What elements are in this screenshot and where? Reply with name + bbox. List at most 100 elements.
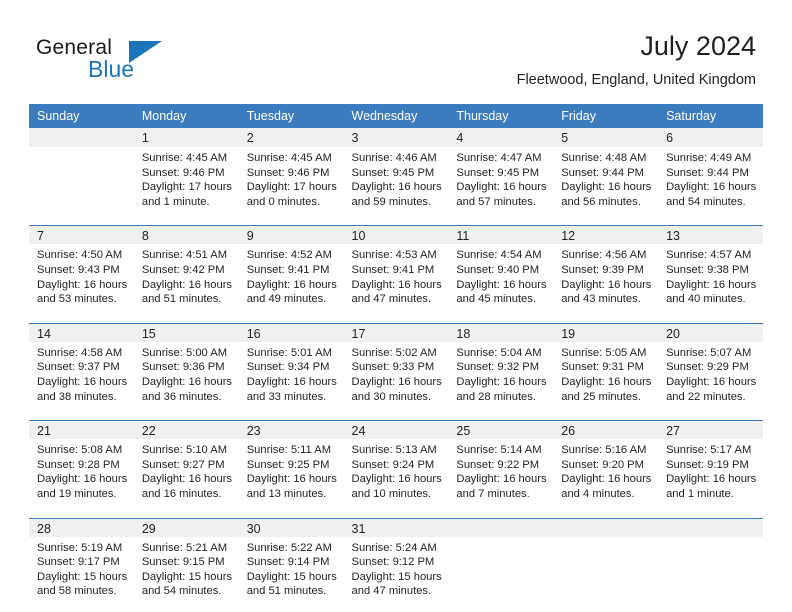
day-detail-line: and 7 minutes. xyxy=(456,487,530,500)
day-details: Sunrise: 5:21 AM Sunset: 9:15 PM Daylight:… xyxy=(133,536,239,607)
day-detail-line: Daylight: 16 hours xyxy=(456,473,547,486)
calendar-day-cell[interactable]: 16 Sunrise: 5:01 AM Sunset: 9:34 PM Dayligh… xyxy=(238,322,344,413)
calendar-day-cell[interactable]: 6 Sunrise: 4:49 AM Sunset: 9:44 PM Daylight… xyxy=(658,128,763,218)
day-detail-line: Sunrise: 5:10 AM xyxy=(141,444,228,457)
calendar-day-cell[interactable]: 3 Sunrise: 4:46 AM Sunset: 9:45 PM Daylight… xyxy=(343,128,449,218)
day-detail-line: Sunset: 9:43 PM xyxy=(37,263,120,276)
day-details: Sunrise: 5:08 AM Sunset: 9:28 PM Daylight:… xyxy=(29,439,134,510)
day-detail-line: Daylight: 16 hours xyxy=(141,473,233,486)
calendar-day-cell[interactable]: 26 Sunrise: 5:16 AM Sunset: 9:20 PM Dayligh… xyxy=(553,420,659,510)
day-details: Sunrise: 5:14 AM Sunset: 9:22 PM Daylight:… xyxy=(448,439,554,510)
day-detail-line: Sunrise: 4:52 AM xyxy=(246,249,332,262)
calendar-day-cell[interactable]: 1 Sunrise: 4:45 AM Sunset: 9:46 PM Daylight… xyxy=(133,128,239,218)
day-detail-line: Sunset: 9:46 PM xyxy=(246,166,330,179)
calendar-day-cell[interactable]: 7 Sunrise: 4:50 AM Sunset: 9:43 PM Daylight… xyxy=(29,225,134,315)
day-detail-line: Sunset: 9:42 PM xyxy=(141,263,225,276)
calendar-day-cell[interactable]: 10 Sunrise: 4:53 AM Sunset: 9:41 PM Dayligh… xyxy=(343,225,449,315)
day-number: 8 xyxy=(133,225,239,245)
day-number: 19 xyxy=(553,322,659,342)
location-subtitle: Fleetwood, England, United Kingdom xyxy=(516,72,756,88)
brand-logo: General Blue xyxy=(36,36,216,88)
day-detail-line: Daylight: 17 hours xyxy=(141,181,233,194)
day-details: Sunrise: 5:07 AM Sunset: 9:29 PM Daylight:… xyxy=(658,341,763,413)
day-details: Sunrise: 5:22 AM Sunset: 9:14 PM Daylight:… xyxy=(238,536,344,607)
day-number: 13 xyxy=(658,225,763,245)
calendar-day-cell[interactable]: 27 Sunrise: 5:17 AM Sunset: 9:19 PM Dayligh… xyxy=(658,420,763,510)
calendar-day-cell[interactable]: 11 Sunrise: 4:54 AM Sunset: 9:40 PM Dayligh… xyxy=(448,225,554,315)
day-number: 20 xyxy=(658,322,763,342)
calendar-day-cell[interactable]: 24 Sunrise: 5:13 AM Sunset: 9:24 PM Dayligh… xyxy=(343,420,449,510)
day-detail-line: Sunrise: 5:07 AM xyxy=(666,346,752,359)
calendar-day-cell[interactable]: 22 Sunrise: 5:10 AM Sunset: 9:27 PM Dayligh… xyxy=(133,420,239,510)
day-detail-line: Daylight: 15 hours xyxy=(37,570,128,583)
weekday-header-monday: Monday xyxy=(133,104,239,128)
calendar-day-cell[interactable]: 4 Sunrise: 4:47 AM Sunset: 9:45 PM Daylight… xyxy=(448,128,554,218)
day-detail-line: Sunset: 9:22 PM xyxy=(456,458,540,471)
day-detail-line: Daylight: 16 hours xyxy=(561,375,652,388)
day-details: Sunrise: 4:45 AM Sunset: 9:46 PM Daylight:… xyxy=(238,147,344,218)
day-number: 7 xyxy=(29,225,134,245)
day-detail-line: and 10 minutes. xyxy=(351,487,432,500)
day-detail-line: Sunrise: 4:47 AM xyxy=(456,152,542,164)
weekday-header-friday: Friday xyxy=(553,104,659,128)
calendar-day-cell[interactable]: 2 Sunrise: 4:45 AM Sunset: 9:46 PM Daylight… xyxy=(238,128,344,218)
page-title: July 2024 xyxy=(640,31,756,61)
calendar-week-row: 7 Sunrise: 4:50 AM Sunset: 9:43 PM Daylight… xyxy=(29,225,763,315)
day-detail-line: Sunset: 9:45 PM xyxy=(351,166,435,179)
calendar-day-cell[interactable]: 8 Sunrise: 4:51 AM Sunset: 9:42 PM Daylight… xyxy=(133,225,239,315)
day-detail-line: Daylight: 16 hours xyxy=(561,473,652,486)
day-detail-line: and 43 minutes. xyxy=(561,293,641,306)
day-detail-line: and 0 minutes. xyxy=(246,195,321,208)
day-detail-line: and 51 minutes. xyxy=(246,585,327,598)
day-detail-line: and 4 minutes. xyxy=(561,487,635,500)
day-detail-line: Sunrise: 5:00 AM xyxy=(141,346,228,359)
calendar-day-cell[interactable]: 25 Sunrise: 5:14 AM Sunset: 9:22 PM Dayligh… xyxy=(448,420,554,510)
day-detail-line: Sunset: 9:28 PM xyxy=(37,458,120,471)
day-detail-line: Sunset: 9:44 PM xyxy=(666,166,749,179)
day-detail-line: Sunset: 9:24 PM xyxy=(351,458,435,471)
calendar-day-cell[interactable]: 29 Sunrise: 5:21 AM Sunset: 9:15 PM Dayligh… xyxy=(133,517,239,607)
calendar-head: Sunday Monday Tuesday Wednesday Thursday Frid… xyxy=(29,104,763,128)
day-detail-line: Sunrise: 4:46 AM xyxy=(351,152,437,164)
day-detail-line: Sunrise: 4:58 AM xyxy=(37,346,123,359)
day-details: Sunrise: 5:02 AM Sunset: 9:33 PM Daylight:… xyxy=(343,341,449,413)
day-number: 16 xyxy=(238,322,344,342)
day-detail-line: Sunset: 9:20 PM xyxy=(561,458,644,471)
calendar-day-cell[interactable]: 18 Sunrise: 5:04 AM Sunset: 9:32 PM Dayligh… xyxy=(448,322,554,413)
day-detail-line: and 54 minutes. xyxy=(141,585,222,598)
weekday-header-saturday: Saturday xyxy=(658,104,763,128)
calendar-day-cell[interactable]: 28 Sunrise: 5:19 AM Sunset: 9:17 PM Dayligh… xyxy=(29,517,134,607)
day-detail-line: Sunset: 9:34 PM xyxy=(246,361,330,374)
week-spacer xyxy=(29,509,763,518)
day-detail-line: Sunrise: 5:01 AM xyxy=(246,346,332,359)
calendar-day-cell[interactable]: 13 Sunrise: 4:57 AM Sunset: 9:38 PM Dayligh… xyxy=(658,225,763,315)
calendar-day-cell[interactable]: 14 Sunrise: 4:58 AM Sunset: 9:37 PM Dayligh… xyxy=(29,322,134,413)
day-number: 22 xyxy=(133,420,239,440)
calendar-day-cell[interactable]: 17 Sunrise: 5:02 AM Sunset: 9:33 PM Dayligh… xyxy=(343,322,449,413)
day-details: Sunrise: 4:48 AM Sunset: 9:44 PM Daylight:… xyxy=(553,147,659,218)
calendar-cell-empty xyxy=(658,517,763,607)
day-detail-line: Sunrise: 5:05 AM xyxy=(561,346,647,359)
day-detail-line: and 22 minutes. xyxy=(666,390,746,403)
day-number: 21 xyxy=(29,420,134,440)
week-spacer-cell xyxy=(29,412,763,421)
day-detail-line: and 40 minutes. xyxy=(666,293,746,306)
day-detail-line: Daylight: 16 hours xyxy=(666,375,757,388)
calendar-container: Sunday Monday Tuesday Wednesday Thursday Frid… xyxy=(29,104,763,607)
calendar-day-cell[interactable]: 5 Sunrise: 4:48 AM Sunset: 9:44 PM Daylight… xyxy=(553,128,659,218)
calendar-day-cell[interactable]: 31 Sunrise: 5:24 AM Sunset: 9:12 PM Dayligh… xyxy=(343,517,449,607)
day-details: Sunrise: 4:57 AM Sunset: 9:38 PM Daylight:… xyxy=(658,244,763,315)
day-detail-line: Sunrise: 4:49 AM xyxy=(666,152,752,164)
calendar-table: Sunday Monday Tuesday Wednesday Thursday Frid… xyxy=(29,104,763,607)
day-detail-line: and 49 minutes. xyxy=(246,293,327,306)
calendar-day-cell[interactable]: 15 Sunrise: 5:00 AM Sunset: 9:36 PM Dayligh… xyxy=(133,322,239,413)
calendar-day-cell[interactable]: 21 Sunrise: 5:08 AM Sunset: 9:28 PM Dayligh… xyxy=(29,420,134,510)
day-detail-line: Sunset: 9:36 PM xyxy=(141,361,225,374)
calendar-day-cell[interactable]: 12 Sunrise: 4:56 AM Sunset: 9:39 PM Dayligh… xyxy=(553,225,659,315)
calendar-day-cell[interactable]: 23 Sunrise: 5:11 AM Sunset: 9:25 PM Dayligh… xyxy=(238,420,344,510)
calendar-day-cell[interactable]: 9 Sunrise: 4:52 AM Sunset: 9:41 PM Daylight… xyxy=(238,225,344,315)
calendar-day-cell[interactable]: 30 Sunrise: 5:22 AM Sunset: 9:14 PM Dayligh… xyxy=(238,517,344,607)
calendar-day-cell[interactable]: 20 Sunrise: 5:07 AM Sunset: 9:29 PM Dayligh… xyxy=(658,322,763,413)
calendar-day-cell[interactable]: 19 Sunrise: 5:05 AM Sunset: 9:31 PM Dayligh… xyxy=(553,322,659,413)
day-detail-line: Sunset: 9:45 PM xyxy=(456,166,540,179)
